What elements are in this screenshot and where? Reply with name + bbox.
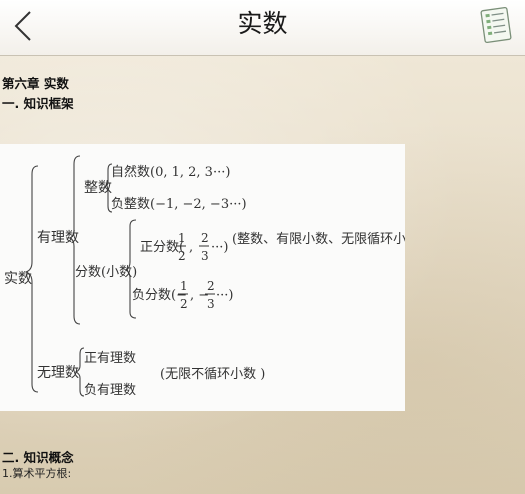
- document-list-icon: [480, 6, 512, 44]
- chevron-left-icon: [14, 11, 31, 41]
- frac-half-num-neg: 1: [180, 279, 188, 293]
- frac-third-num-neg: 2: [207, 279, 215, 293]
- real-number-classification-diagram: 实数 有理数 整数 自然数(0, 1, 2, 3···) 负整数(−1, −2,…: [0, 144, 405, 411]
- label-neg-fraction: 负分数(−: [132, 288, 187, 303]
- label-fraction: 分数(小数): [75, 265, 137, 280]
- document-menu-button[interactable]: [475, 3, 517, 47]
- label-natural: 自然数(0, 1, 2, 3···): [111, 164, 230, 180]
- label-rational: 有理数: [37, 230, 79, 246]
- section-heading-concepts: 二. 知识概念: [2, 450, 74, 465]
- frac-third-num: 2: [201, 231, 209, 245]
- frac-half-num: 1: [178, 231, 186, 245]
- label-real: 实数: [4, 271, 32, 287]
- chapter-heading: 第六章 实数: [2, 76, 69, 91]
- frac-third-den-neg: 3: [207, 297, 215, 311]
- note-rational: (整数、有限小数、无限循环小数): [232, 232, 405, 247]
- label-neg-irrational: 负有理数: [84, 383, 136, 398]
- label-integer: 整数: [84, 180, 112, 196]
- frac-half-den-neg: 2: [180, 297, 188, 311]
- ellipsis: ···): [211, 240, 228, 255]
- page-title: 实数: [237, 9, 288, 38]
- back-button[interactable]: [8, 8, 44, 44]
- classification-tree: 实数 有理数 整数 自然数(0, 1, 2, 3···) 负整数(−1, −2,…: [4, 155, 405, 398]
- item-arithmetic-square-root: 1.算术平方根:: [2, 467, 72, 480]
- note-irrational: (无限不循环小数 ): [160, 367, 265, 382]
- label-neg-integer: 负整数(−1, −2, −3···): [111, 197, 247, 212]
- section-heading-framework: 一. 知识框架: [2, 96, 74, 111]
- frac-half-den: 2: [178, 249, 186, 263]
- navigation-bar: 实数: [0, 0, 525, 56]
- ellipsis-neg: ···): [216, 288, 233, 303]
- label-irrational: 无理数: [37, 365, 79, 381]
- comma: ,: [189, 240, 193, 255]
- label-pos-irrational: 正有理数: [84, 351, 136, 366]
- frac-third-den: 3: [201, 249, 209, 263]
